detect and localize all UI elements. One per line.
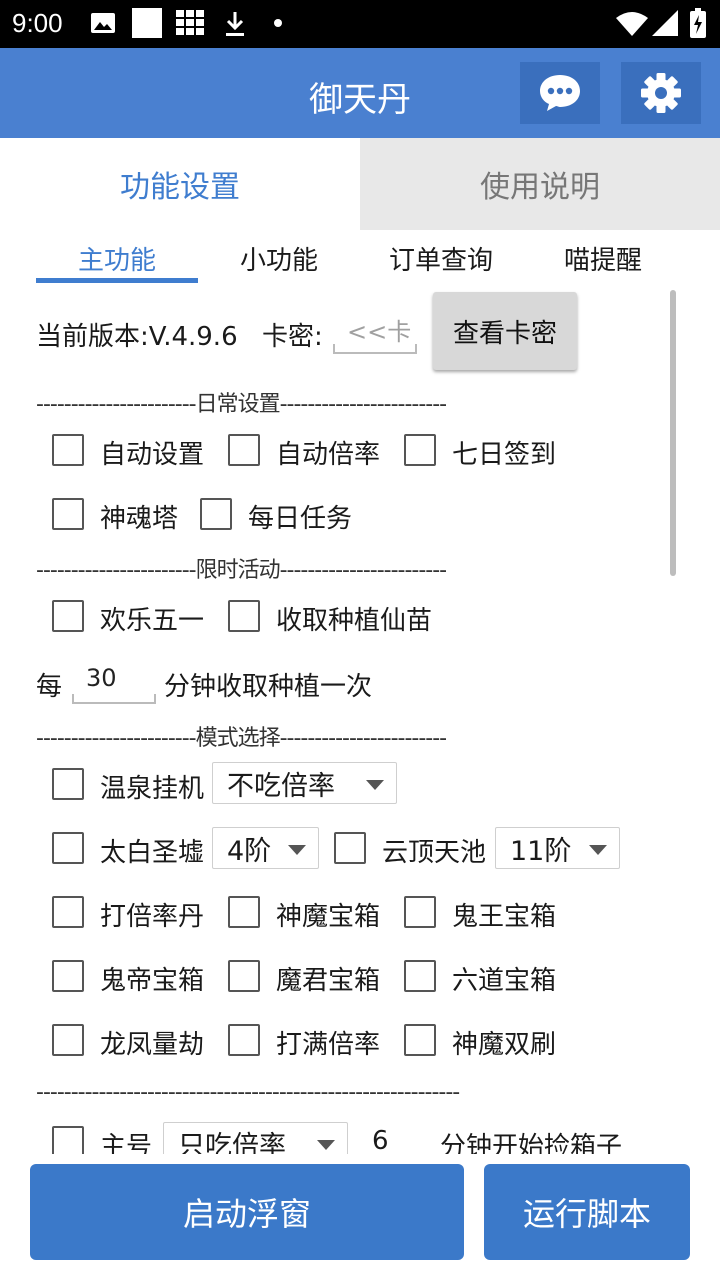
subtab-minor[interactable]: 小功能 bbox=[198, 240, 360, 277]
dot-icon bbox=[274, 19, 282, 27]
checkbox-yunding[interactable] bbox=[334, 832, 366, 864]
harvest-prefix: 每 bbox=[36, 672, 63, 702]
wifi-icon bbox=[616, 12, 648, 36]
version-label: 当前版本:V.4.9.6 bbox=[36, 322, 238, 352]
label-auto-settings: 自动设置 bbox=[100, 440, 205, 470]
grid-icon bbox=[176, 10, 204, 35]
hot-spring-select[interactable]: 不吃倍率 bbox=[212, 762, 397, 804]
checkbox-auto-multiplier[interactable] bbox=[228, 434, 260, 466]
download-icon bbox=[226, 12, 244, 36]
checkbox-auto-settings[interactable] bbox=[52, 434, 84, 466]
scrollbar[interactable] bbox=[670, 290, 676, 576]
square-icon bbox=[132, 8, 162, 38]
signal-icon bbox=[652, 10, 678, 36]
chat-bubble-icon bbox=[540, 75, 580, 111]
section-mode: -----------------------模式选择-------------… bbox=[36, 726, 447, 751]
card-label: 卡密: bbox=[262, 322, 323, 352]
sub-tabs: 主功能 小功能 订单查询 喵提醒 bbox=[0, 232, 720, 286]
label-taibai: 太白圣墟 bbox=[100, 838, 205, 868]
checkbox-seven-day-checkin[interactable] bbox=[404, 434, 436, 466]
app-bar: 御天丹 bbox=[0, 48, 720, 138]
checkbox-max-multiplier[interactable] bbox=[228, 1024, 260, 1056]
label-demon-chest: 神魔宝箱 bbox=[276, 902, 381, 932]
subtab-meow-reminder[interactable]: 喵提醒 bbox=[522, 240, 684, 277]
chevron-down-icon bbox=[366, 780, 384, 790]
subtab-indicator bbox=[36, 278, 198, 283]
hot-spring-select-value: 不吃倍率 bbox=[227, 770, 335, 802]
status-bar: 9:00 bbox=[0, 0, 720, 48]
main-account-minutes[interactable]: 6 bbox=[372, 1126, 389, 1154]
label-ghost-king-chest: 鬼王宝箱 bbox=[452, 902, 557, 932]
section-daily: -----------------------日常设置-------------… bbox=[36, 392, 447, 417]
yunding-select-value: 11阶 bbox=[510, 835, 572, 867]
label-daily-tasks: 每日任务 bbox=[248, 504, 353, 534]
settings-content[interactable]: 当前版本:V.4.9.6 卡密: <<卡 查看卡密 --------------… bbox=[0, 286, 720, 1154]
chevron-down-icon bbox=[589, 845, 607, 855]
label-demon-double-run: 神魔双刷 bbox=[452, 1030, 557, 1060]
label-seven-day-checkin: 七日签到 bbox=[452, 440, 557, 470]
label-multiplier-pill: 打倍率丹 bbox=[100, 902, 205, 932]
checkbox-ghost-king-chest[interactable] bbox=[404, 896, 436, 928]
label-dragon-phoenix: 龙凤量劫 bbox=[100, 1030, 205, 1060]
checkbox-taibai[interactable] bbox=[52, 832, 84, 864]
checkbox-ghost-emperor-chest[interactable] bbox=[52, 960, 84, 992]
chevron-down-icon bbox=[288, 845, 306, 855]
label-happy-may-day: 欢乐五一 bbox=[100, 606, 205, 636]
checkbox-hot-spring[interactable] bbox=[52, 768, 84, 800]
checkbox-multiplier-pill[interactable] bbox=[52, 896, 84, 928]
label-auto-multiplier: 自动倍率 bbox=[276, 440, 381, 470]
label-hot-spring: 温泉挂机 bbox=[100, 774, 205, 804]
card-placeholder: <<卡 bbox=[347, 318, 412, 346]
tab-usage-instructions[interactable]: 使用说明 bbox=[360, 138, 720, 230]
label-yunding: 云顶天池 bbox=[382, 838, 487, 868]
label-soul-tower: 神魂塔 bbox=[100, 504, 179, 534]
tab-function-settings[interactable]: 功能设置 bbox=[0, 138, 360, 230]
label-main-account: 主号 bbox=[100, 1132, 153, 1154]
run-script-button[interactable]: 运行脚本 bbox=[484, 1164, 690, 1260]
chevron-down-icon bbox=[317, 1140, 335, 1150]
label-harvest-seedlings: 收取种植仙苗 bbox=[276, 606, 433, 636]
subtab-main[interactable]: 主功能 bbox=[36, 240, 198, 277]
gear-icon bbox=[641, 73, 681, 113]
label-ghost-emperor-chest: 鬼帝宝箱 bbox=[100, 966, 205, 996]
harvest-suffix: 分钟收取种植一次 bbox=[164, 672, 373, 702]
top-tabs: 功能设置 使用说明 bbox=[0, 138, 720, 230]
checkbox-harvest-seedlings[interactable] bbox=[228, 600, 260, 632]
checkbox-main-account[interactable] bbox=[52, 1126, 84, 1154]
status-time: 9:00 bbox=[12, 8, 63, 38]
label-six-paths-chest: 六道宝箱 bbox=[452, 966, 557, 996]
subtab-orders[interactable]: 订单查询 bbox=[360, 240, 522, 277]
taibai-select[interactable]: 4阶 bbox=[212, 827, 319, 869]
main-account-select-value: 只吃倍率 bbox=[178, 1130, 286, 1155]
taibai-select-value: 4阶 bbox=[227, 835, 272, 867]
main-account-select[interactable]: 只吃倍率 bbox=[163, 1122, 348, 1154]
checkbox-demon-double-run[interactable] bbox=[404, 1024, 436, 1056]
app-title: 御天丹 bbox=[309, 80, 411, 120]
checkbox-demon-chest[interactable] bbox=[228, 896, 260, 928]
image-icon bbox=[91, 13, 115, 33]
checkbox-daily-tasks[interactable] bbox=[200, 498, 232, 530]
harvest-interval-input[interactable]: 30 bbox=[72, 660, 156, 704]
checkbox-six-paths-chest[interactable] bbox=[404, 960, 436, 992]
checkbox-happy-may-day[interactable] bbox=[52, 600, 84, 632]
checkbox-dragon-phoenix[interactable] bbox=[52, 1024, 84, 1056]
harvest-interval-value: 30 bbox=[86, 664, 117, 692]
chat-button[interactable] bbox=[520, 62, 600, 124]
section-limited: -----------------------限时活动-------------… bbox=[36, 558, 447, 583]
label-max-multiplier: 打满倍率 bbox=[276, 1030, 381, 1060]
label-demon-lord-chest: 魔君宝箱 bbox=[276, 966, 381, 996]
main-account-suffix: 分钟开始捡箱子 bbox=[440, 1132, 623, 1154]
yunding-select[interactable]: 11阶 bbox=[495, 827, 620, 869]
view-card-button[interactable]: 查看卡密 bbox=[433, 292, 577, 370]
checkbox-demon-lord-chest[interactable] bbox=[228, 960, 260, 992]
card-input[interactable]: <<卡 bbox=[333, 312, 417, 354]
settings-button[interactable] bbox=[621, 62, 701, 124]
battery-icon bbox=[690, 8, 706, 38]
section-divider: ----------------------------------------… bbox=[36, 1080, 460, 1105]
checkbox-soul-tower[interactable] bbox=[52, 498, 84, 530]
start-float-window-button[interactable]: 启动浮窗 bbox=[30, 1164, 464, 1260]
